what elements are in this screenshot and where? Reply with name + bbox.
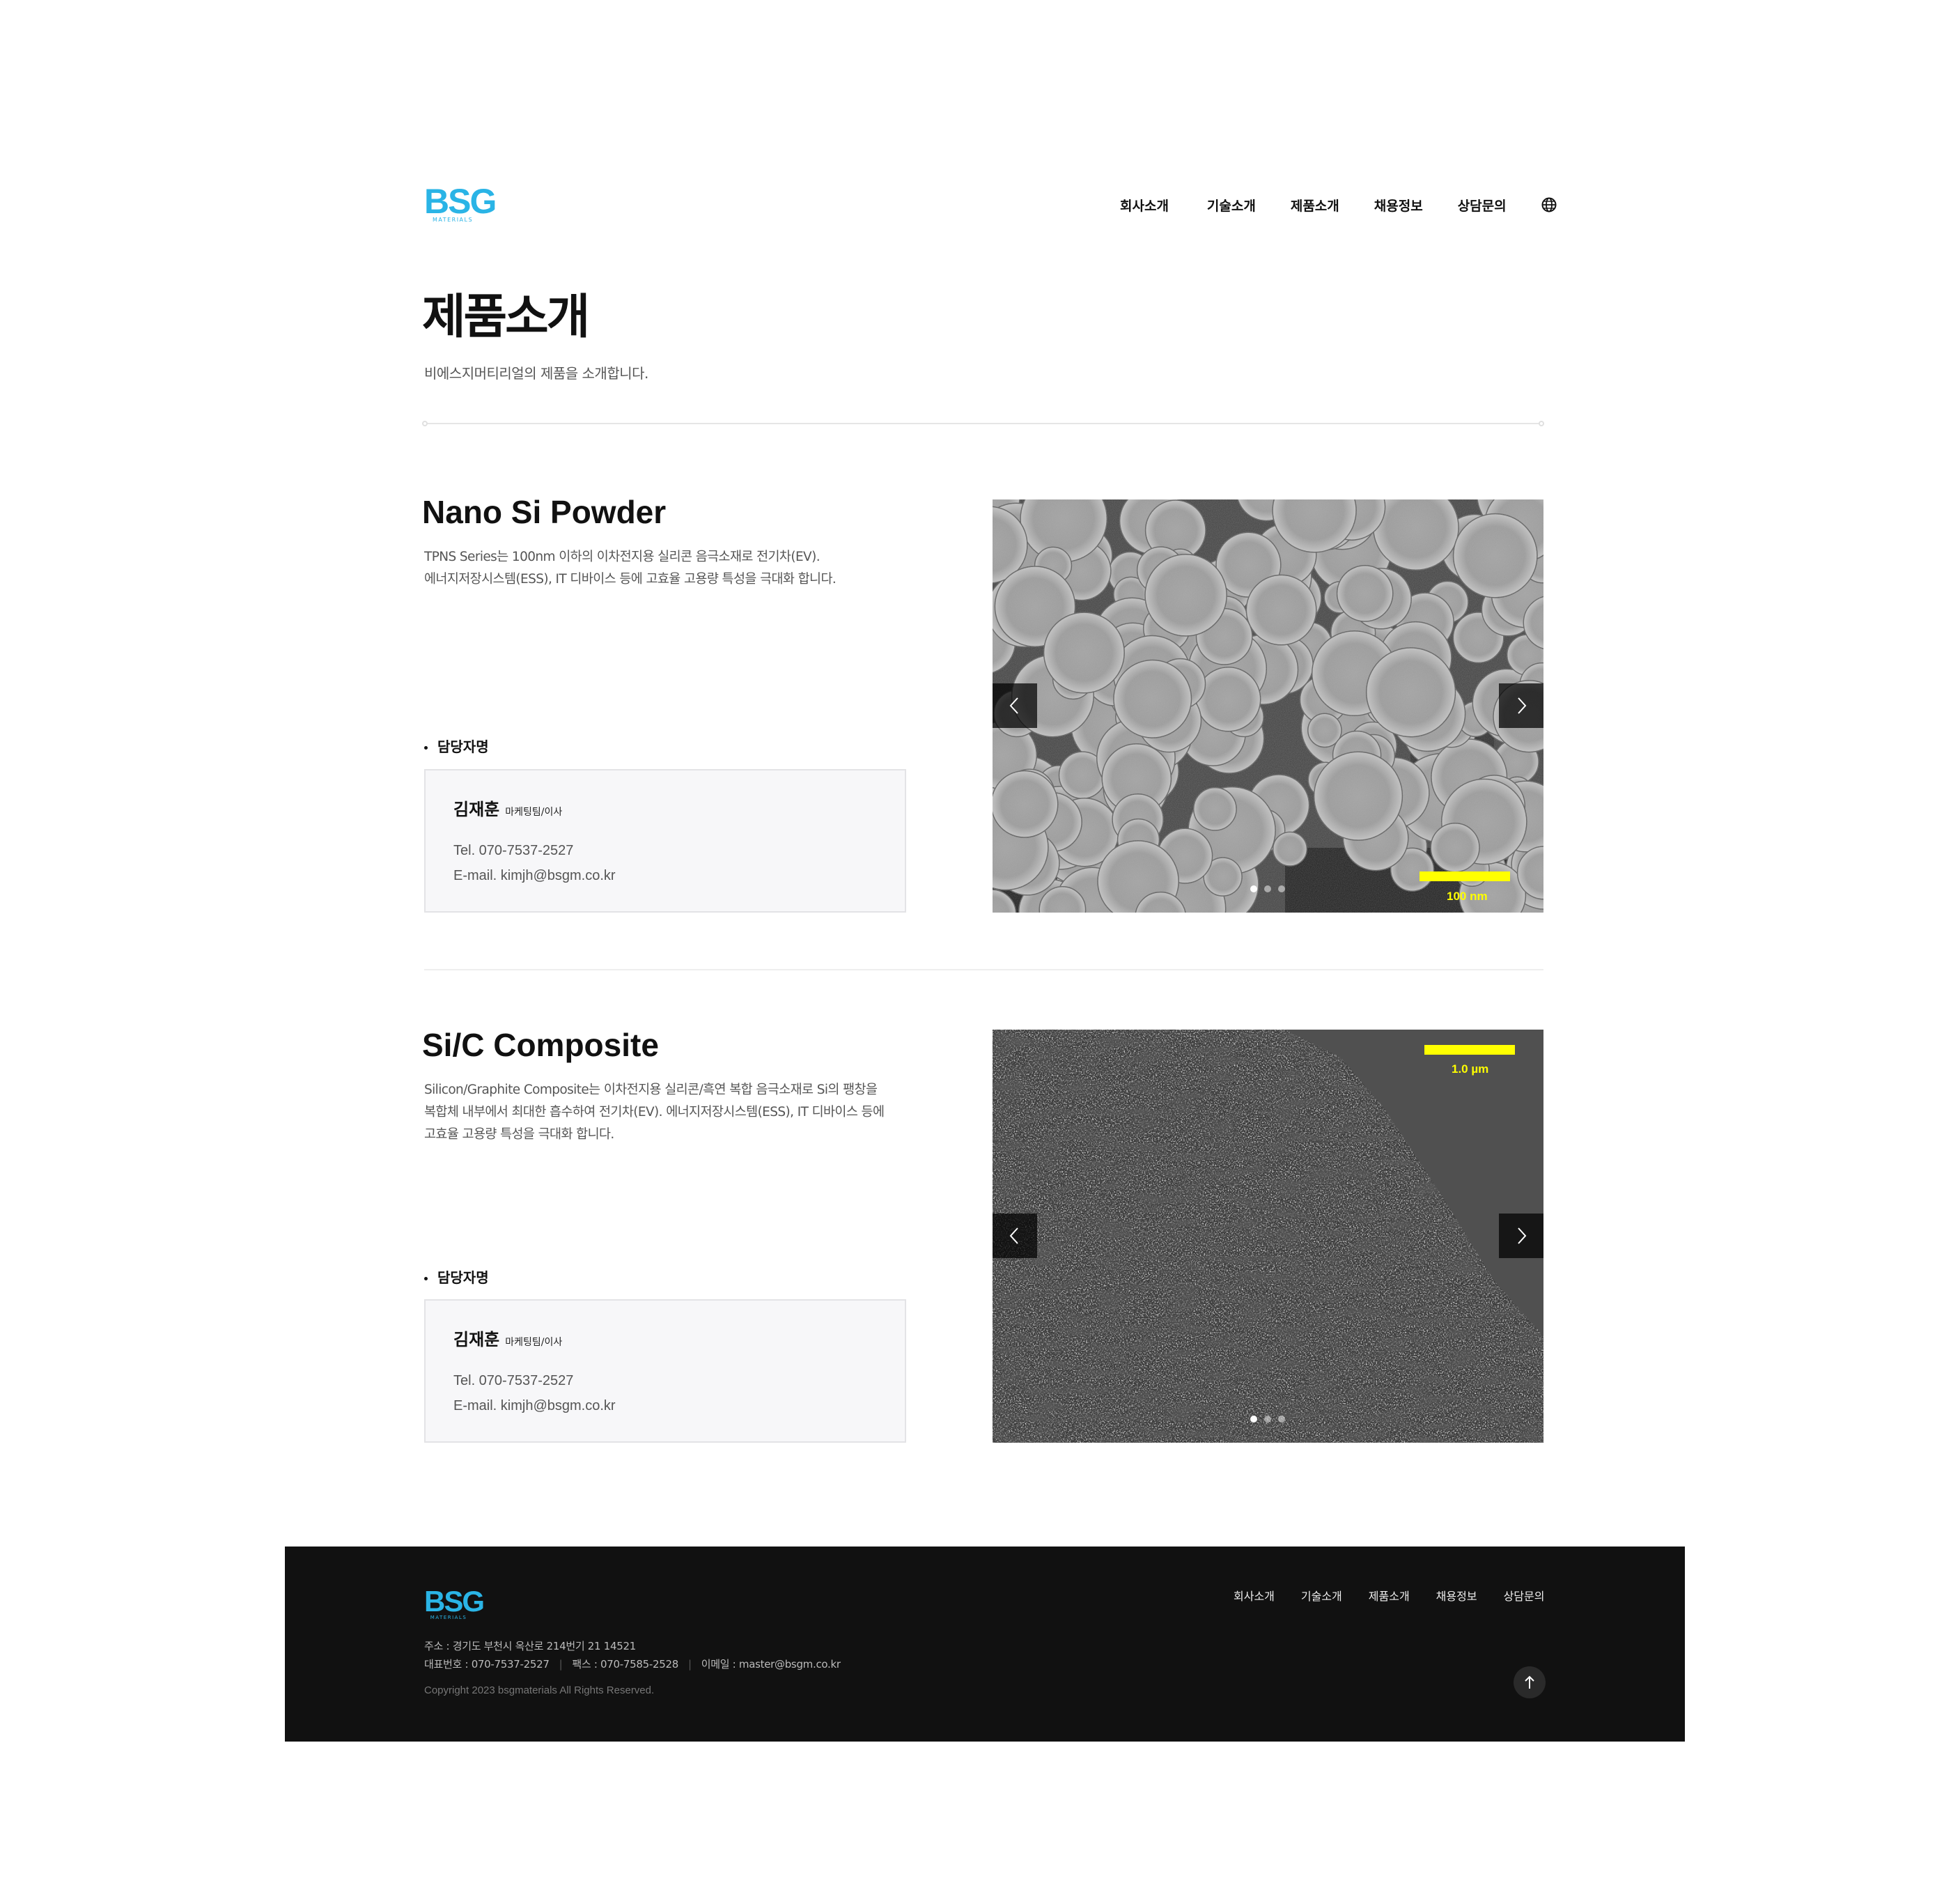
globe-icon[interactable] xyxy=(1541,197,1557,212)
slider-dot[interactable] xyxy=(1278,885,1285,892)
product-image-slider[interactable]: 100 nm xyxy=(993,499,1543,913)
slider-prev-button[interactable] xyxy=(993,1214,1037,1258)
page-title: 제품소개 xyxy=(422,290,590,345)
footer-logo[interactable]: BSG MATERIALS xyxy=(424,1585,485,1620)
contact-role: 마케팅팀/이사 xyxy=(505,1337,563,1348)
product-title: Nano Si Powder xyxy=(422,494,667,530)
contact-name-row: 김재훈 마케팅팀/이사 xyxy=(453,1326,562,1350)
contact-tel[interactable]: Tel. 070-7537-2527 xyxy=(453,843,573,859)
footer-nav-technology[interactable]: 기술소개 xyxy=(1301,1587,1342,1604)
contact-heading: 담당자명 xyxy=(424,736,489,756)
contact-heading-label: 담당자명 xyxy=(437,1269,489,1286)
contact-name: 김재훈 xyxy=(453,1330,500,1349)
footer-nav: 회사소개 기술소개 제품소개 채용정보 상담문의 xyxy=(1234,1587,1544,1604)
slider-next-button[interactable] xyxy=(1499,683,1543,728)
footer-nav-contact[interactable]: 상담문의 xyxy=(1504,1587,1545,1604)
slider-dot[interactable] xyxy=(1250,1416,1257,1423)
chevron-left-icon xyxy=(1009,697,1018,714)
main-nav: 회사소개 기술소개 제품소개 채용정보 상담문의 xyxy=(1120,195,1557,215)
footer-email[interactable]: 이메일 : master@bsgm.co.kr xyxy=(701,1658,841,1671)
product-description-line: 복합체 내부에서 최대한 흡수하여 전기차(EV). 에너지저장시스템(ESS)… xyxy=(424,1105,885,1119)
footer-address: 주소 : 경기도 부천시 옥산로 214번기 21 14521 xyxy=(424,1640,636,1652)
product-description-line: Silicon/Graphite Composite는 이차전지용 실리콘/흑연… xyxy=(424,1083,878,1097)
product-divider xyxy=(424,969,1543,970)
contact-email[interactable]: E-mail. kimjh@bsgm.co.kr xyxy=(453,868,616,884)
footer-copyright: Copyright 2023 bsgmaterials All Rights R… xyxy=(424,1684,655,1696)
footer-nav-careers[interactable]: 채용정보 xyxy=(1436,1587,1477,1604)
product-image-slider[interactable]: 1.0 µm xyxy=(993,1030,1543,1443)
divider-dot-right xyxy=(1539,421,1544,426)
slider-dots xyxy=(1250,1416,1285,1423)
scale-bar xyxy=(1424,1045,1515,1055)
slider-dot[interactable] xyxy=(1264,885,1271,892)
scale-bar xyxy=(1420,871,1510,881)
product-title: Si/C Composite xyxy=(422,1027,659,1063)
product-description: Silicon/Graphite Composite는 이차전지용 실리콘/흑연… xyxy=(424,1079,885,1146)
nav-item-products[interactable]: 제품소개 xyxy=(1291,196,1339,215)
product-description-line: 에너지저장시스템(ESS), IT 디바이스 등에 고효율 고용량 특성을 극대… xyxy=(424,572,837,587)
site-footer: BSG MATERIALS 회사소개 기술소개 제품소개 채용정보 상담문의 주… xyxy=(285,1547,1685,1742)
nav-item-company[interactable]: 회사소개 xyxy=(1120,196,1169,215)
logo-wordmark: BSG xyxy=(424,1585,485,1618)
arrow-up-icon xyxy=(1525,1675,1534,1689)
nav-item-technology[interactable]: 기술소개 xyxy=(1207,196,1256,215)
footer-nav-products[interactable]: 제품소개 xyxy=(1369,1587,1410,1604)
sem-image-nanoparticles xyxy=(993,499,1543,913)
logo-subtext: MATERIALS xyxy=(430,1615,467,1620)
chevron-left-icon xyxy=(1009,1227,1018,1244)
product-description-line: TPNS Series는 100nm 이하의 이차전지용 실리콘 음극소재로 전… xyxy=(424,550,820,564)
logo-wordmark: BSG xyxy=(424,182,497,221)
product-description-line: 고효율 고용량 특성을 극대화 합니다. xyxy=(424,1127,614,1142)
footer-fax: 팩스 : 070-7585-2528 xyxy=(572,1658,678,1671)
contact-heading-label: 담당자명 xyxy=(437,738,489,755)
footer-phone: 대표번호 : 070-7537-2527 xyxy=(424,1658,550,1671)
scale-label: 1.0 µm xyxy=(1452,1062,1489,1076)
footer-nav-company[interactable]: 회사소개 xyxy=(1234,1587,1275,1604)
nav-item-careers[interactable]: 채용정보 xyxy=(1374,196,1423,215)
contact-card: 김재훈 마케팅팀/이사 Tel. 070-7537-2527 E-mail. ki… xyxy=(424,1299,906,1443)
scale-label: 100 nm xyxy=(1447,890,1488,903)
page-subtitle: 비에스지머티리얼의 제품을 소개합니다. xyxy=(424,365,648,382)
bullet-icon xyxy=(424,1277,428,1280)
scroll-to-top-button[interactable] xyxy=(1514,1666,1546,1698)
contact-name: 김재훈 xyxy=(453,800,500,819)
divider-dot-left xyxy=(422,421,428,426)
contact-tel[interactable]: Tel. 070-7537-2527 xyxy=(453,1373,573,1389)
slider-dot[interactable] xyxy=(1250,885,1257,892)
contact-role: 마케팅팀/이사 xyxy=(505,807,563,818)
sem-image-composite xyxy=(993,1030,1543,1443)
logo-subtext: MATERIALS xyxy=(432,217,474,223)
chevron-right-icon xyxy=(1518,697,1527,714)
title-divider xyxy=(426,423,1541,424)
contact-name-row: 김재훈 마케팅팀/이사 xyxy=(453,796,562,820)
slider-dot[interactable] xyxy=(1264,1416,1271,1423)
bullet-icon xyxy=(424,746,428,750)
header-logo[interactable]: BSG MATERIALS xyxy=(424,182,497,224)
slider-prev-button[interactable] xyxy=(993,683,1037,728)
contact-email[interactable]: E-mail. kimjh@bsgm.co.kr xyxy=(453,1398,616,1414)
chevron-right-icon xyxy=(1518,1227,1527,1244)
slider-next-button[interactable] xyxy=(1499,1214,1543,1258)
slider-dots xyxy=(1250,885,1285,892)
contact-card: 김재훈 마케팅팀/이사 Tel. 070-7537-2527 E-mail. ki… xyxy=(424,769,906,913)
nav-item-contact[interactable]: 상담문의 xyxy=(1458,196,1507,215)
footer-contact-line: 대표번호 : 070-7537-2527 | 팩스 : 070-7585-2528 |… xyxy=(424,1658,841,1671)
slider-dot[interactable] xyxy=(1278,1416,1285,1423)
product-description: TPNS Series는 100nm 이하의 이차전지용 실리콘 음극소재로 전… xyxy=(424,546,837,591)
contact-heading: 담당자명 xyxy=(424,1266,489,1287)
